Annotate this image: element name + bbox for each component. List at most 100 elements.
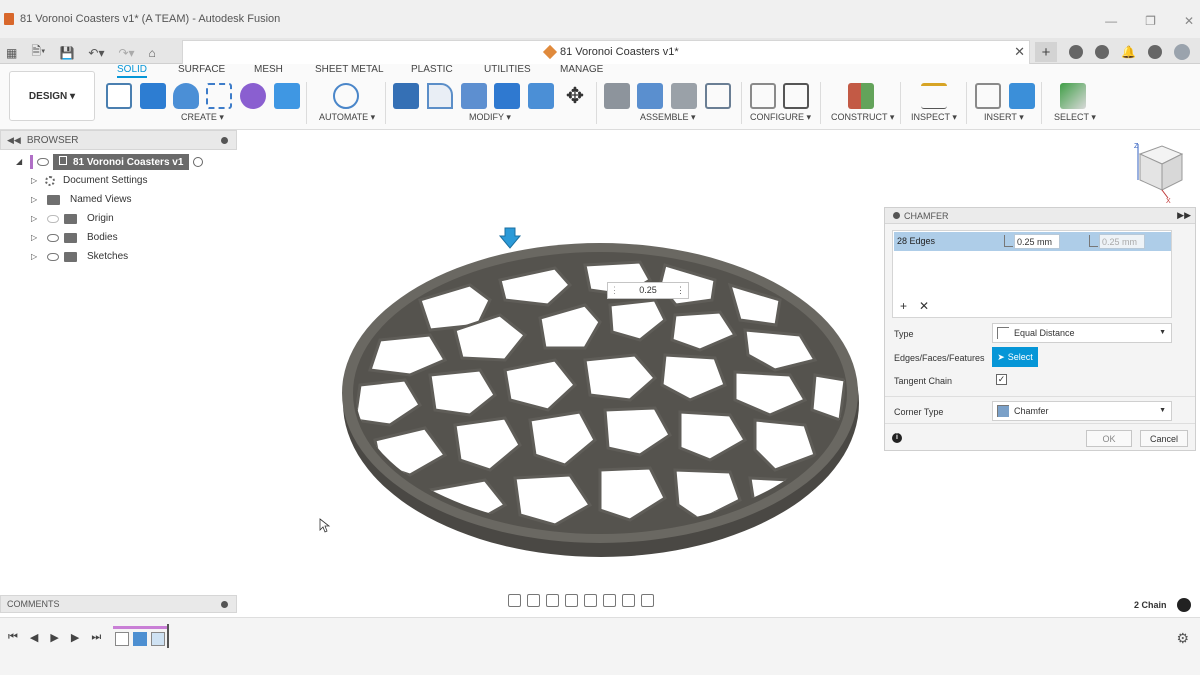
look-at-icon[interactable] <box>527 594 540 607</box>
expand-dialog-icon[interactable]: ▶▶ <box>1177 210 1191 221</box>
pin-icon[interactable] <box>221 137 228 144</box>
tab-manage[interactable]: MANAGE <box>560 64 603 75</box>
create-menu[interactable]: CREATE ▾ <box>181 112 224 123</box>
browser-header[interactable]: ◀◀ BROWSER <box>0 130 237 150</box>
joint-origin-icon[interactable] <box>705 83 731 109</box>
view-cube[interactable]: Z X <box>1128 140 1188 205</box>
collapse-icon[interactable]: ◀◀ <box>7 135 21 146</box>
minimize-icon[interactable]: — <box>1105 14 1117 28</box>
more-options-icon[interactable]: ⋮ <box>676 285 685 296</box>
offset-plane-icon[interactable] <box>848 83 874 109</box>
insert-canvas-icon[interactable] <box>1009 83 1035 109</box>
revolve-icon[interactable] <box>173 83 199 109</box>
tab-utilities[interactable]: UTILITIES <box>484 64 531 75</box>
distance-input[interactable]: 0.25 mm <box>1014 234 1060 249</box>
close-window-icon[interactable]: ✕ <box>1184 14 1194 28</box>
pattern-feature-icon[interactable] <box>151 632 165 646</box>
data-panel-icon[interactable] <box>1069 45 1084 59</box>
visibility-icon[interactable] <box>37 157 49 166</box>
timeline-marker[interactable] <box>167 624 169 648</box>
save-icon[interactable]: 💾 <box>59 46 74 60</box>
home-icon[interactable]: ⌂ <box>149 46 156 60</box>
inspect-menu[interactable]: INSPECT ▾ <box>911 112 957 123</box>
expand-icon[interactable]: ▷ <box>31 252 41 261</box>
root-component[interactable]: 81 Voronoi Coasters v1 <box>53 153 190 170</box>
select-edges-button[interactable]: ➤ Select <box>992 347 1038 367</box>
box-icon[interactable] <box>274 83 300 109</box>
document-tab[interactable]: 81 Voronoi Coasters v1* ✕ <box>182 40 1030 64</box>
create-sketch-icon[interactable] <box>106 83 132 109</box>
timeline-settings-icon[interactable]: ⚙ <box>1176 630 1189 647</box>
selection-filter-icon[interactable] <box>1177 598 1191 612</box>
chamfer-icon[interactable] <box>461 83 487 109</box>
play-icon[interactable]: ▶ <box>50 631 58 644</box>
browser-item-document-settings[interactable]: ▷ Document Settings <box>0 171 237 190</box>
visibility-icon[interactable] <box>47 252 59 261</box>
step-forward-icon[interactable]: ▶ <box>71 631 79 644</box>
automate-icon[interactable] <box>333 83 359 109</box>
browser-item-named-views[interactable]: ▷ Named Views <box>0 190 237 209</box>
modify-menu[interactable]: MODIFY ▾ <box>469 112 511 123</box>
cancel-button[interactable]: Cancel <box>1140 430 1188 447</box>
tab-solid[interactable]: SOLID <box>117 64 148 78</box>
sketch-feature-icon[interactable] <box>115 632 129 646</box>
assemble-menu[interactable]: ASSEMBLE ▾ <box>640 112 696 123</box>
move-icon[interactable]: ✥ <box>562 83 588 109</box>
select-menu[interactable]: SELECT ▾ <box>1054 112 1096 123</box>
file-menu-icon[interactable]: 🗎▾ <box>31 42 45 63</box>
combine-icon[interactable] <box>528 83 554 109</box>
distance2-input[interactable]: 0.25 mm <box>1099 234 1145 249</box>
app-grid-icon[interactable]: ▦ <box>6 46 17 60</box>
tab-plastic[interactable]: PLASTIC <box>411 64 453 75</box>
browser-item-origin[interactable]: ▷ Origin <box>0 209 237 228</box>
display-settings-icon[interactable] <box>603 594 616 607</box>
tab-sheet-metal[interactable]: SHEET METAL <box>315 64 384 75</box>
redo-icon[interactable]: ↷▾ <box>118 46 134 60</box>
expand-icon[interactable]: ▷ <box>31 214 41 223</box>
browser-root[interactable]: ◢ 81 Voronoi Coasters v1 <box>0 152 237 171</box>
ok-button[interactable]: OK <box>1086 430 1132 447</box>
chamfer-distance-manipulator[interactable]: ⋮ 0.25 ⋮ <box>607 282 689 299</box>
configure-icon[interactable] <box>750 83 776 109</box>
tab-mesh[interactable]: MESH <box>254 64 283 75</box>
expand-icon[interactable]: ▷ <box>31 195 41 204</box>
add-comment-icon[interactable] <box>221 601 228 608</box>
fillet-icon[interactable] <box>427 83 453 109</box>
activate-icon[interactable] <box>193 156 204 167</box>
maximize-icon[interactable]: ❐ <box>1145 14 1156 28</box>
undo-icon[interactable]: ↶▾ <box>88 46 104 60</box>
tab-surface[interactable]: SURFACE <box>178 64 225 75</box>
corner-type-dropdown[interactable]: Chamfer ▼ <box>992 401 1172 421</box>
info-icon[interactable]: i <box>892 433 902 443</box>
press-pull-icon[interactable] <box>393 83 419 109</box>
comments-panel[interactable]: COMMENTS <box>0 595 237 613</box>
measure-icon[interactable] <box>921 83 947 109</box>
remove-icon[interactable]: ✕ <box>919 299 929 313</box>
browser-item-bodies[interactable]: ▷ Bodies <box>0 228 237 247</box>
configuration-table-icon[interactable] <box>783 83 809 109</box>
go-to-start-icon[interactable]: ⏮ <box>8 631 18 644</box>
type-dropdown[interactable]: Equal Distance ▼ <box>992 323 1172 343</box>
selection-row[interactable]: 28 Edges 0.25 mm 0.25 mm <box>894 232 1171 251</box>
close-tab-icon[interactable]: ✕ <box>1014 44 1025 60</box>
automate-menu[interactable]: AUTOMATE ▾ <box>319 112 375 123</box>
insert-menu[interactable]: INSERT ▾ <box>984 112 1024 123</box>
extrude-feature-icon[interactable] <box>133 632 147 646</box>
workspace-switcher[interactable]: DESIGN ▾ <box>9 71 95 121</box>
expand-icon[interactable]: ▷ <box>31 233 41 242</box>
construct-menu[interactable]: CONSTRUCT ▾ <box>831 112 894 123</box>
pan-icon[interactable] <box>546 594 559 607</box>
configure-menu[interactable]: CONFIGURE ▾ <box>750 112 811 123</box>
help-icon[interactable] <box>1148 45 1162 59</box>
joint-icon[interactable] <box>637 83 663 109</box>
expand-icon[interactable]: ◢ <box>16 157 26 166</box>
manipulator-value[interactable]: 0.25 <box>618 285 678 297</box>
notifications-icon[interactable]: 🔔 <box>1121 45 1136 59</box>
extrude-icon[interactable] <box>140 83 166 109</box>
zoom-icon[interactable] <box>565 594 578 607</box>
fit-icon[interactable] <box>584 594 597 607</box>
visibility-icon[interactable] <box>47 233 59 242</box>
hidden-eye-icon[interactable] <box>47 214 59 223</box>
insert-derive-icon[interactable] <box>975 83 1001 109</box>
select-icon[interactable] <box>1060 83 1086 109</box>
